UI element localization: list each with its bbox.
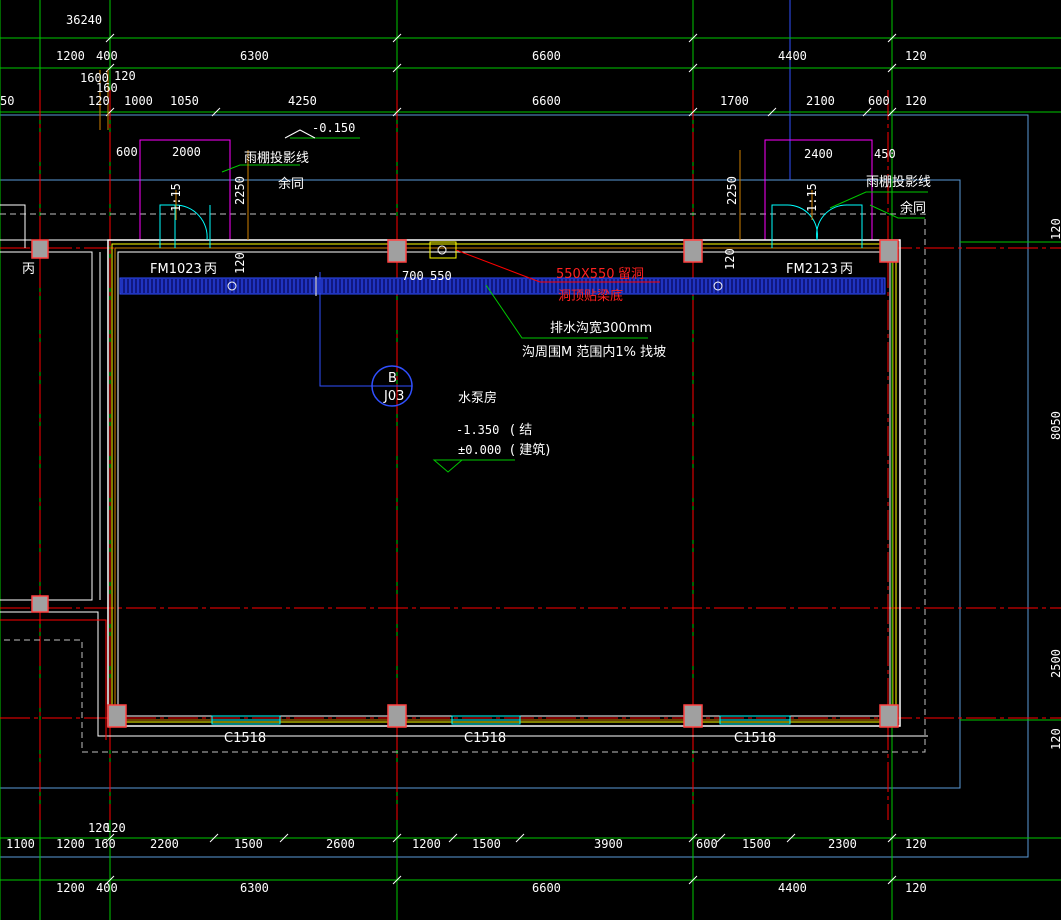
dim-bot-7: 1500 (234, 837, 263, 851)
elev-arch: ±0.000 (458, 443, 501, 457)
v115-left: 1:15 (169, 183, 183, 212)
dim-bot-1: 1100 (6, 837, 35, 851)
dim-top-3: 6300 (240, 49, 269, 63)
fire-class-3: 丙 (840, 262, 853, 277)
dim-door-l2: 2000 (172, 145, 201, 159)
dim-r3-10: 120 (905, 94, 927, 108)
dim-bot-15: 120 (905, 837, 927, 851)
dim-bot2-2: 400 (96, 881, 118, 895)
dim-bot-2: 1200 (56, 837, 85, 851)
window-c1518-1: C1518 (224, 731, 266, 746)
dim-bot-12: 600 (696, 837, 718, 851)
dim-top-2: 400 (96, 49, 118, 63)
canopy-right-same: 余同 (900, 200, 926, 216)
window-c1518-3: C1518 (734, 731, 776, 746)
fire-class-1: 丙 (204, 262, 217, 277)
columns (31, 239, 899, 728)
dim-r3-9: 600 (868, 94, 890, 108)
dim-door-r1: 2400 (804, 147, 833, 161)
dim-bot2-3: 6300 (240, 881, 269, 895)
dim-r3-5: 4250 (288, 94, 317, 108)
door-fm2123: FM2123 (786, 262, 838, 277)
dimension-lines-horizontal (0, 37, 1061, 881)
hole-size: 550X550 (556, 267, 615, 282)
room-name: 水泵房 (458, 390, 497, 406)
dim-top-4: 6600 (532, 49, 561, 63)
cad-drawing: 36240 1200 400 6300 6600 4400 120 1600 1… (0, 0, 1061, 920)
dim-r3-1: 50 (0, 94, 14, 108)
canopy-right: 雨棚投影线 (866, 174, 931, 190)
right-dim-lines (960, 241, 1061, 721)
outer-boundary (0, 114, 1029, 858)
elev-arch-note: ( 建筑) (510, 442, 550, 458)
dim-bot-14: 2300 (828, 837, 857, 851)
side-dim-3: 2500 (1049, 649, 1061, 678)
dim-bot-13: 1500 (742, 837, 771, 851)
dim-bot-5: 160 (94, 837, 116, 851)
dim-bot2-6: 120 (905, 881, 927, 895)
canopy-left-same: 余同 (278, 176, 304, 192)
dim-r3-3: 1000 (124, 94, 153, 108)
dim-bot-6: 2200 (150, 837, 179, 851)
hole-bottom: 洞顶贴梁底 (558, 288, 623, 304)
trench-note-1: 排水沟宽300mm (550, 320, 652, 336)
trench-note-2: 沟周围M 范围内1% 找坡 (522, 344, 666, 360)
building-walls (0, 239, 928, 740)
dim-door-r2: 450 (874, 147, 896, 161)
dim-top-5: 4400 (778, 49, 807, 63)
dim-700: 700 (402, 269, 424, 283)
dim-top-a3: 160 (96, 81, 118, 95)
dim-r3-8: 2100 (806, 94, 835, 108)
dim-bot-9: 1200 (412, 837, 441, 851)
elev-struct: -1.350 (456, 423, 499, 437)
dimension-ticks (105, 33, 897, 885)
dim-bot-10: 1500 (472, 837, 501, 851)
dim-top-1: 1200 (56, 49, 85, 63)
dim-bot-11: 3900 (594, 837, 623, 851)
hole-note: 留洞 (618, 267, 644, 282)
dim-bot2-1: 1200 (56, 881, 85, 895)
elev-struct-note: ( 结 (510, 423, 532, 438)
callout-bottom: J03 (383, 389, 404, 404)
callout-top: B (388, 371, 397, 386)
canopy-left: 雨棚投影线 (244, 150, 309, 166)
dim-r3-2: 120 (88, 94, 110, 108)
dim-r3-4: 1050 (170, 94, 199, 108)
door-fm1023: FM1023 (150, 262, 202, 277)
dim-bot2-5: 4400 (778, 881, 807, 895)
dim-overall: 36240 (66, 13, 102, 27)
dim-bot2-4: 6600 (532, 881, 561, 895)
v2250-right: 2250 (725, 176, 739, 205)
dim-bot-8: 2600 (326, 837, 355, 851)
elev-top: -0.150 (312, 121, 355, 135)
v2250-left: 2250 (233, 176, 247, 205)
dim-door-l1: 600 (116, 145, 138, 159)
drainage-trench (119, 276, 886, 296)
dim-bot-4: 120 (104, 821, 126, 835)
dim-r3-7: 1700 (720, 94, 749, 108)
window-c1518-2: C1518 (464, 731, 506, 746)
v120-right: 120 (723, 248, 737, 270)
side-dim-4: 120 (1049, 728, 1061, 750)
fire-class-2: 丙 (22, 262, 35, 277)
dim-550: 550 (430, 269, 452, 283)
dim-r3-6: 6600 (532, 94, 561, 108)
v115-right: 1:15 (805, 183, 819, 212)
side-dim-2: 8050 (1049, 411, 1061, 440)
v120-left: 120 (233, 252, 247, 274)
side-dim-1: 120 (1049, 218, 1061, 240)
dim-top-6: 120 (905, 49, 927, 63)
